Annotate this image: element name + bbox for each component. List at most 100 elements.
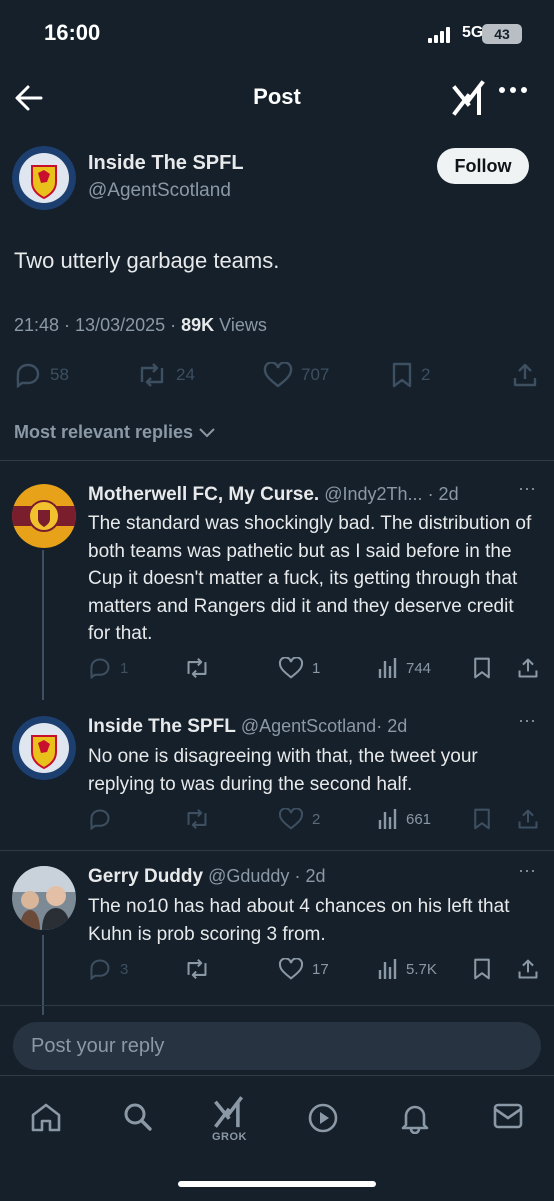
reply-author-name[interactable]: Gerry Duddy [88, 866, 203, 887]
thread-line [42, 550, 44, 700]
heart-icon [278, 808, 304, 830]
reply-action[interactable]: 1 [88, 657, 128, 679]
divider [0, 460, 554, 461]
share-action[interactable] [512, 362, 538, 388]
views-count: 744 [406, 659, 432, 677]
reply-input[interactable]: Post your reply [13, 1022, 541, 1070]
reply-more-icon[interactable]: ··· [518, 710, 536, 731]
repost-icon [187, 657, 207, 679]
like-count: 17 [312, 960, 329, 978]
search-icon[interactable] [122, 1102, 154, 1132]
author-name[interactable]: Inside The SPFL [88, 152, 244, 175]
author-handle[interactable]: @AgentScotland [88, 180, 231, 202]
reply-time: · 2d [427, 484, 459, 504]
repost-count: 24 [176, 365, 195, 384]
reply-icon [90, 658, 110, 679]
reply-icon [16, 363, 40, 388]
chevron-down-icon [199, 428, 215, 438]
reply-avatar[interactable] [12, 866, 76, 930]
bookmark-action[interactable]: 2 [391, 362, 430, 388]
battery-icon: 43 [482, 24, 522, 44]
reply-avatar[interactable] [12, 716, 76, 780]
reply-author-handle[interactable]: @Indy2Th... [324, 484, 422, 504]
notifications-icon[interactable] [400, 1102, 430, 1134]
heart-icon [278, 958, 304, 980]
repost-action[interactable] [183, 808, 211, 830]
bookmark-icon[interactable] [472, 958, 492, 980]
status-time: 16:00 [44, 20, 101, 45]
repost-action[interactable] [183, 657, 211, 679]
home-indicator[interactable] [178, 1181, 376, 1187]
post-meta: 21:48 · 13/03/2025 · 89K Views [14, 315, 267, 336]
replies-sort-label: Most relevant replies [14, 422, 194, 442]
reply-text: No one is disagreeing with that, the twe… [88, 746, 478, 795]
signal-icon [428, 27, 454, 43]
replies-sort-dropdown[interactable]: Most relevant replies [14, 422, 216, 443]
reply-header: Inside The SPFL @AgentScotland· 2d [88, 716, 407, 738]
reply-count: 1 [120, 659, 129, 677]
repost-action[interactable]: 24 [136, 362, 195, 388]
author-avatar[interactable] [12, 146, 76, 210]
divider [0, 1005, 554, 1006]
reply-count: 3 [120, 960, 129, 978]
home-icon[interactable] [30, 1102, 62, 1132]
reply-more-icon[interactable]: ··· [518, 478, 536, 499]
views-action[interactable]: 5.7K [378, 958, 437, 980]
heart-icon [263, 362, 293, 388]
bookmark-icon[interactable] [472, 808, 492, 830]
view-count: 89K [181, 315, 215, 335]
repost-icon [187, 958, 207, 980]
post-text: Two utterly garbage teams. [14, 248, 280, 273]
like-count: 1 [312, 659, 321, 677]
reply-action[interactable]: 58 [14, 362, 69, 388]
grok-icon[interactable] [213, 1096, 245, 1128]
network-type: 5G [462, 24, 484, 41]
like-count: 2 [312, 810, 321, 828]
reply-action[interactable] [88, 808, 120, 830]
reply-icon [90, 809, 110, 830]
reply-author-handle[interactable]: @Gduddy [208, 866, 289, 886]
grok-icon[interactable] [452, 80, 486, 116]
more-options-icon[interactable] [498, 86, 528, 94]
bookmark-icon[interactable] [472, 657, 492, 679]
reply-author-handle[interactable]: @AgentScotland [241, 716, 376, 736]
reply-author-name[interactable]: Inside The SPFL [88, 716, 236, 737]
like-action[interactable]: 17 [278, 958, 329, 980]
views-count: 5.7K [406, 960, 437, 978]
like-action[interactable]: 2 [278, 808, 320, 830]
follow-button[interactable]: Follow [437, 148, 529, 184]
share-icon[interactable] [517, 657, 539, 679]
views-action[interactable]: 744 [378, 657, 431, 679]
reply-avatar[interactable] [12, 484, 76, 548]
repost-action[interactable] [183, 958, 211, 980]
reply-time: · 2d [294, 866, 326, 886]
share-icon[interactable] [517, 808, 539, 830]
heart-icon [278, 657, 304, 679]
grok-label: GROK [212, 1131, 247, 1143]
reply-more-icon[interactable]: ··· [518, 860, 536, 881]
reply-placeholder: Post your reply [31, 1035, 165, 1057]
like-action[interactable]: 1 [278, 657, 320, 679]
views-label: Views [214, 315, 267, 335]
views-action[interactable]: 661 [378, 808, 431, 830]
views-count: 661 [406, 810, 432, 828]
reply-action[interactable]: 3 [88, 958, 128, 980]
like-count: 707 [301, 365, 330, 384]
messages-icon[interactable] [492, 1102, 524, 1130]
back-arrow-icon[interactable] [14, 84, 44, 112]
thread-line [42, 935, 44, 1015]
share-icon[interactable] [517, 958, 539, 980]
bookmark-count: 2 [421, 365, 431, 384]
reply-header: Gerry Duddy @Gduddy · 2d [88, 866, 325, 888]
bookmark-icon [392, 362, 412, 388]
reply-text: The standard was shockingly bad. The dis… [88, 513, 532, 644]
like-action[interactable]: 707 [263, 362, 329, 388]
reply-header: Motherwell FC, My Curse. @Indy2Th... · 2… [88, 484, 459, 506]
views-icon [378, 658, 397, 678]
reply-icon [90, 959, 110, 980]
play-icon[interactable] [307, 1102, 339, 1134]
battery-level: 43 [494, 26, 510, 42]
divider [0, 850, 554, 851]
reply-author-name[interactable]: Motherwell FC, My Curse. [88, 484, 319, 505]
share-icon [513, 363, 537, 387]
